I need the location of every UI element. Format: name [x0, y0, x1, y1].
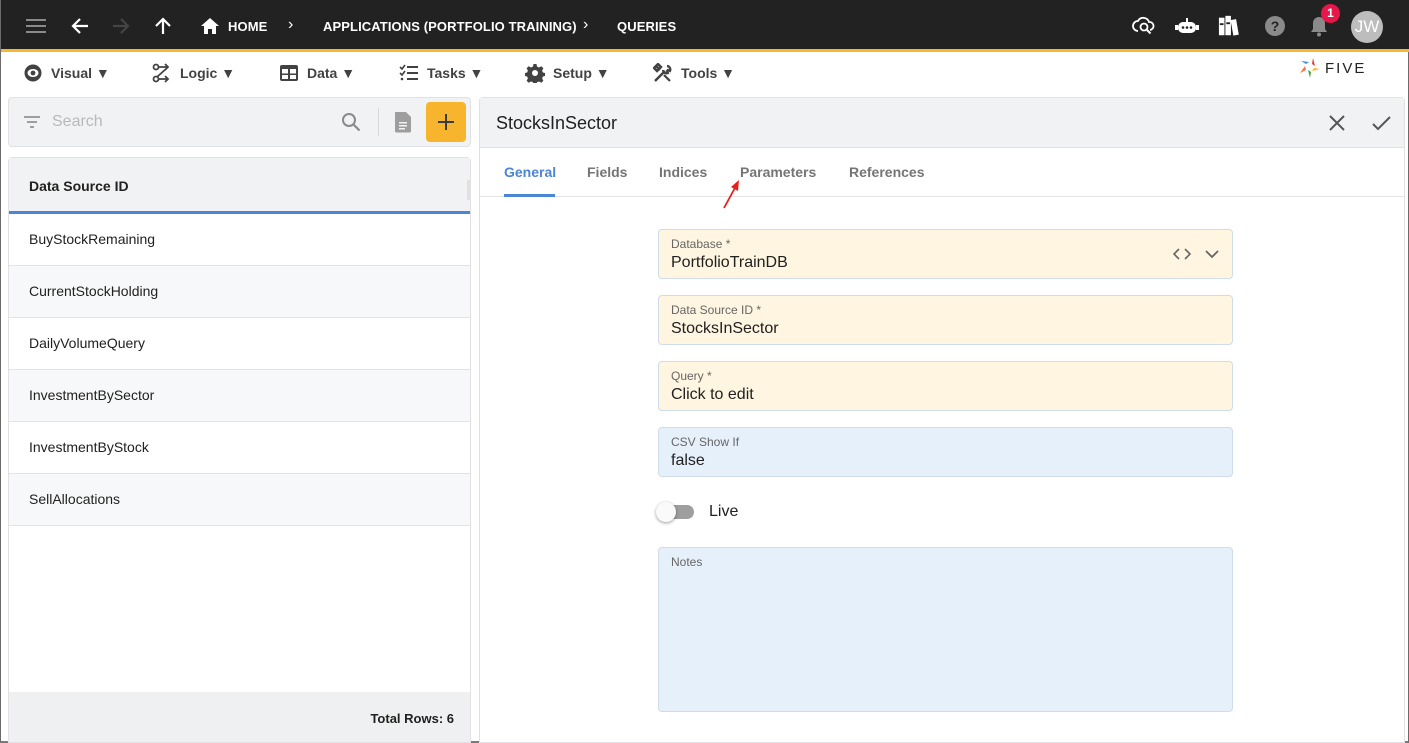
tab-general[interactable]: General [504, 164, 556, 180]
five-logo: FIVE [1299, 57, 1366, 79]
csv-show-if-value: false [671, 452, 705, 469]
query-label: Query * [671, 369, 712, 383]
query-field[interactable]: Query * Click to edit [658, 361, 1233, 411]
breadcrumb-applications[interactable]: APPLICATIONS (PORTFOLIO TRAINING) [323, 19, 577, 34]
filter-icon[interactable] [22, 112, 42, 132]
back-arrow-icon[interactable] [68, 14, 92, 38]
database-value: PortfolioTrainDB [671, 254, 788, 271]
menu-visual[interactable]: Visual ▼ [23, 63, 110, 83]
database-label: Database * [671, 237, 731, 251]
add-button[interactable] [426, 102, 466, 142]
menu-bar: Visual ▼ Logic ▼ Data ▼ Tasks ▼ Setup ▼ … [1, 55, 1409, 91]
menu-tasks-label: Tasks ▼ [427, 65, 484, 81]
list-item-label: BuyStockRemaining [29, 231, 156, 247]
tab-bar: General Fields Indices Parameters Refere… [480, 148, 1404, 197]
cloud-search-icon[interactable] [1132, 14, 1156, 38]
checklist-icon [399, 64, 418, 81]
chatbot-icon[interactable] [1175, 14, 1199, 38]
forward-arrow-icon[interactable] [109, 14, 133, 38]
help-icon[interactable]: ? [1263, 14, 1287, 38]
app-bar: HOME › APPLICATIONS (PORTFOLIO TRAINING)… [1, 0, 1409, 52]
menu-icon[interactable] [24, 14, 48, 38]
menu-setup-label: Setup ▼ [553, 65, 610, 81]
list-item[interactable]: InvestmentByStock [9, 422, 470, 474]
list-rows: BuyStockRemaining CurrentStockHolding Da… [9, 214, 470, 526]
library-icon[interactable] [1218, 14, 1242, 38]
home-icon[interactable] [198, 14, 222, 38]
active-tab-indicator [504, 194, 555, 197]
breadcrumb-separator: › [288, 16, 294, 33]
five-logo-icon [1300, 58, 1320, 78]
menu-logic-label: Logic ▼ [180, 65, 236, 81]
live-toggle[interactable] [656, 502, 696, 522]
annotation-arrow-icon [723, 180, 739, 209]
data-source-id-field[interactable]: Data Source ID * StocksInSector [658, 295, 1233, 345]
total-rows: Total Rows: 6 [370, 711, 454, 726]
list-item-label: InvestmentBySector [29, 387, 155, 403]
data-source-id-label: Data Source ID * [671, 303, 762, 317]
live-label: Live [709, 503, 739, 520]
list-item[interactable]: SellAllocations [9, 474, 470, 526]
menu-tools-label: Tools ▼ [681, 65, 736, 81]
menu-tools[interactable]: Tools ▼ [653, 63, 735, 83]
data-source-id-value: StocksInSector [671, 320, 779, 337]
document-icon[interactable] [393, 110, 413, 134]
notes-label: Notes [671, 555, 703, 569]
form-title: StocksInSector [496, 113, 618, 133]
menu-logic[interactable]: Logic ▼ [152, 63, 235, 83]
csv-show-if-field[interactable]: CSV Show If false [658, 427, 1233, 477]
tab-parameters[interactable]: Parameters [740, 164, 816, 180]
table-icon [280, 65, 298, 81]
menu-setup[interactable]: Setup ▼ [525, 63, 610, 83]
plus-icon [438, 114, 454, 130]
tab-fields[interactable]: Fields [587, 164, 627, 180]
eye-icon [24, 64, 42, 82]
list-item-label: SellAllocations [29, 491, 121, 507]
search-input[interactable] [52, 110, 332, 134]
column-header-data-source-id[interactable]: Data Source ID [29, 178, 129, 194]
database-field[interactable]: Database * PortfolioTrainDB [658, 229, 1233, 279]
list-footer: Total Rows: 6 [9, 692, 470, 742]
gear-icon [525, 64, 545, 83]
five-logo-text: FIVE [1325, 59, 1367, 77]
data-source-list: Data Source ID BuyStockRemaining Current… [8, 157, 471, 743]
breadcrumb-home[interactable]: HOME [228, 19, 267, 34]
tab-indices[interactable]: Indices [659, 164, 707, 180]
search-icon[interactable] [340, 111, 362, 133]
list-item[interactable]: CurrentStockHolding [9, 266, 470, 318]
check-icon[interactable] [1370, 112, 1392, 134]
notification-badge: 1 [1321, 4, 1340, 23]
avatar[interactable]: JW [1351, 11, 1383, 43]
breadcrumb-queries[interactable]: QUERIES [617, 19, 676, 34]
column-resizer[interactable] [467, 180, 470, 200]
list-header: Data Source ID [9, 158, 470, 214]
search-bar [8, 97, 471, 147]
list-item[interactable]: BuyStockRemaining [9, 214, 470, 266]
list-item-label: InvestmentByStock [29, 439, 149, 455]
list-item[interactable]: DailyVolumeQuery [9, 318, 470, 370]
menu-tasks[interactable]: Tasks ▼ [399, 63, 483, 83]
menu-visual-label: Visual ▼ [51, 65, 110, 81]
menu-data[interactable]: Data ▼ [279, 63, 355, 83]
notes-field[interactable]: Notes [658, 547, 1233, 712]
list-item-label: DailyVolumeQuery [29, 335, 145, 351]
tab-references[interactable]: References [849, 164, 925, 180]
breadcrumb-separator: › [583, 16, 589, 33]
menu-data-label: Data ▼ [307, 65, 356, 81]
search-divider [378, 108, 379, 136]
logic-icon [152, 63, 170, 83]
csv-show-if-label: CSV Show If [671, 435, 740, 449]
query-value: Click to edit [671, 386, 754, 403]
close-icon[interactable] [1326, 112, 1348, 134]
up-arrow-icon[interactable] [151, 14, 175, 38]
list-item-label: CurrentStockHolding [29, 283, 159, 299]
svg-text:?: ? [1271, 18, 1280, 34]
chevron-down-icon[interactable] [1204, 246, 1220, 262]
form-header: StocksInSector [480, 98, 1404, 148]
list-item[interactable]: InvestmentBySector [9, 370, 470, 422]
code-icon[interactable] [1173, 245, 1191, 263]
tools-icon [653, 63, 672, 82]
live-toggle-thumb [656, 502, 676, 522]
